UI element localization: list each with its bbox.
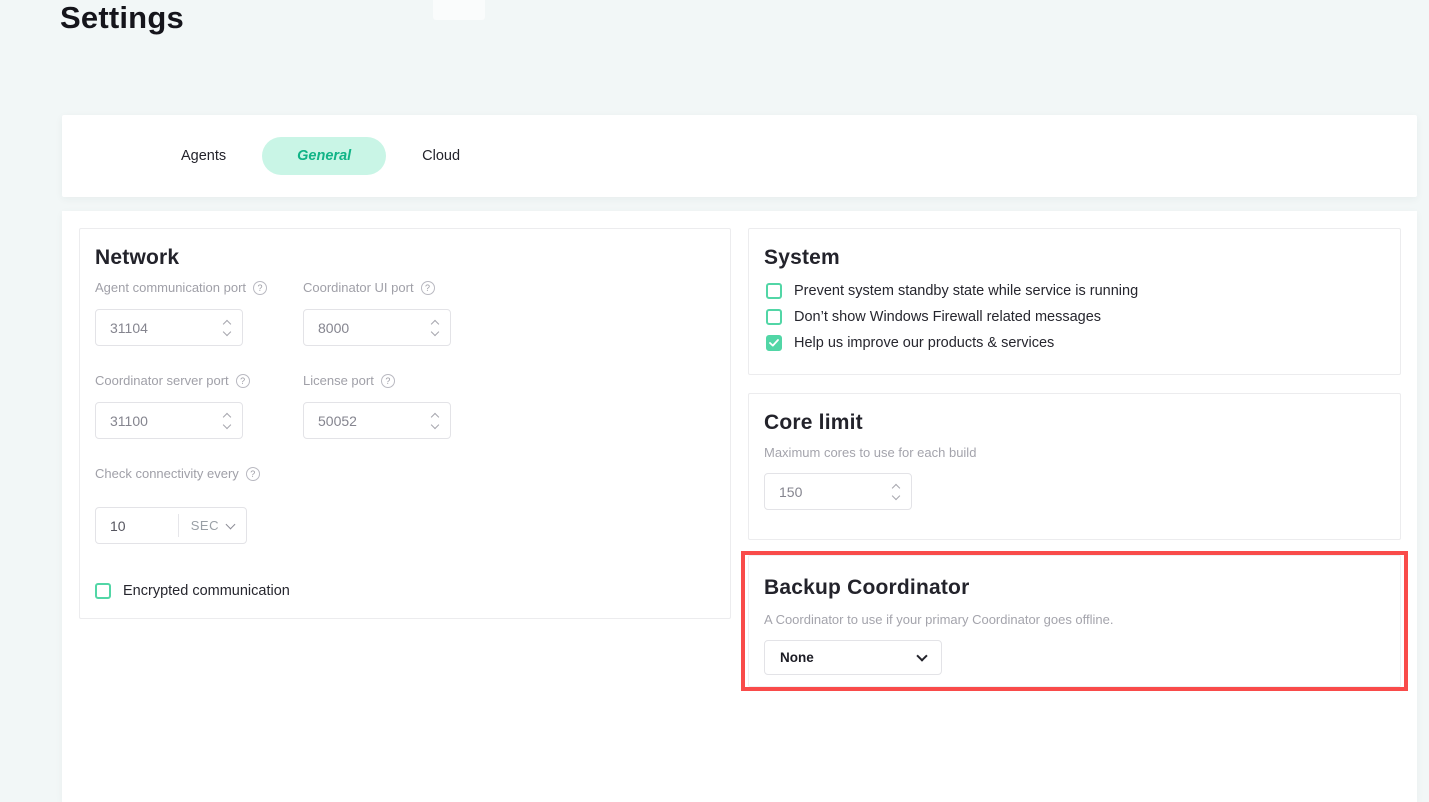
backup-coordinator-heading: Backup Coordinator xyxy=(764,576,969,600)
help-icon[interactable]: ? xyxy=(253,281,267,295)
firewall-messages-checkbox-row[interactable]: Don’t show Windows Firewall related mess… xyxy=(766,309,1101,325)
network-section: Network Agent communication port ? Coord… xyxy=(79,228,731,619)
system-section: System Prevent system standby state whil… xyxy=(748,228,1401,375)
checkbox-unchecked-icon[interactable] xyxy=(766,309,782,325)
settings-tab-bar: Agents General Cloud xyxy=(62,115,1417,197)
license-port-input[interactable]: 50052 xyxy=(303,402,451,439)
top-ghost-box xyxy=(433,0,485,20)
chevron-down-icon[interactable] xyxy=(223,420,231,428)
core-limit-subtitle: Maximum cores to use for each build xyxy=(764,445,976,460)
backup-coordinator-select[interactable]: None xyxy=(764,640,942,675)
number-stepper[interactable] xyxy=(432,321,438,335)
help-icon[interactable]: ? xyxy=(381,374,395,388)
chevron-down-icon xyxy=(916,650,927,661)
field-label-text: License port xyxy=(303,373,374,388)
number-stepper[interactable] xyxy=(224,321,230,335)
checkbox-unchecked-icon[interactable] xyxy=(95,583,111,599)
field-label-text: Coordinator server port xyxy=(95,373,229,388)
select-value: None xyxy=(780,650,814,665)
field-label-text: Coordinator UI port xyxy=(303,280,414,295)
tab-cloud[interactable]: Cloud xyxy=(398,137,484,175)
help-icon[interactable]: ? xyxy=(246,467,260,481)
number-stepper[interactable] xyxy=(893,485,899,499)
coordinator-ui-port-label: Coordinator UI port ? xyxy=(303,280,435,295)
checkbox-label: Encrypted communication xyxy=(123,583,290,599)
chevron-down-icon[interactable] xyxy=(431,327,439,335)
license-port-label: License port ? xyxy=(303,373,395,388)
check-connectivity-label: Check connectivity every ? xyxy=(95,466,260,481)
chevron-up-icon[interactable] xyxy=(431,319,439,327)
field-label-text: Agent communication port xyxy=(95,280,246,295)
input-value: 31100 xyxy=(110,413,224,429)
chevron-down-icon xyxy=(226,519,236,529)
chevron-down-icon[interactable] xyxy=(892,491,900,499)
input-value: 8000 xyxy=(318,320,432,336)
checkmark-icon xyxy=(769,339,779,347)
encrypted-communication-checkbox-row[interactable]: Encrypted communication xyxy=(95,583,290,599)
agent-communication-port-input[interactable]: 31104 xyxy=(95,309,243,346)
agent-communication-port-label: Agent communication port ? xyxy=(95,280,267,295)
chevron-down-icon[interactable] xyxy=(223,327,231,335)
checkbox-checked-icon[interactable] xyxy=(766,335,782,351)
core-limit-section: Core limit Maximum cores to use for each… xyxy=(748,393,1401,540)
number-stepper[interactable] xyxy=(224,414,230,428)
chevron-up-icon[interactable] xyxy=(892,483,900,491)
number-stepper[interactable] xyxy=(432,414,438,428)
coordinator-ui-port-input[interactable]: 8000 xyxy=(303,309,451,346)
chevron-up-icon[interactable] xyxy=(223,412,231,420)
tab-general[interactable]: General xyxy=(262,137,386,175)
tab-agents[interactable]: Agents xyxy=(157,137,250,175)
page-title: Settings xyxy=(60,0,184,36)
field-label-text: Check connectivity every xyxy=(95,466,239,481)
coordinator-server-port-input[interactable]: 31100 xyxy=(95,402,243,439)
input-value: 31104 xyxy=(110,320,224,336)
input-value: 10 xyxy=(96,518,178,534)
improve-products-checkbox-row[interactable]: Help us improve our products & services xyxy=(766,335,1054,351)
chevron-up-icon[interactable] xyxy=(223,319,231,327)
backup-coordinator-subtitle: A Coordinator to use if your primary Coo… xyxy=(764,612,1114,627)
unit-select[interactable]: SEC xyxy=(179,518,246,533)
network-heading: Network xyxy=(95,246,179,270)
chevron-up-icon[interactable] xyxy=(431,412,439,420)
core-limit-heading: Core limit xyxy=(764,411,863,435)
backup-coordinator-section: Backup Coordinator A Coordinator to use … xyxy=(748,555,1401,687)
help-icon[interactable]: ? xyxy=(421,281,435,295)
prevent-standby-checkbox-row[interactable]: Prevent system standby state while servi… xyxy=(766,283,1138,299)
input-value: 150 xyxy=(779,484,893,500)
coordinator-server-port-label: Coordinator server port ? xyxy=(95,373,250,388)
input-value: 50052 xyxy=(318,413,432,429)
checkbox-unchecked-icon[interactable] xyxy=(766,283,782,299)
system-heading: System xyxy=(764,246,840,270)
checkbox-label: Don’t show Windows Firewall related mess… xyxy=(794,309,1101,325)
chevron-down-icon[interactable] xyxy=(431,420,439,428)
unit-value: SEC xyxy=(191,518,219,533)
help-icon[interactable]: ? xyxy=(236,374,250,388)
checkbox-label: Help us improve our products & services xyxy=(794,335,1054,351)
core-limit-input[interactable]: 150 xyxy=(764,473,912,510)
checkbox-label: Prevent system standby state while servi… xyxy=(794,283,1138,299)
check-connectivity-input[interactable]: 10 SEC xyxy=(95,507,247,544)
